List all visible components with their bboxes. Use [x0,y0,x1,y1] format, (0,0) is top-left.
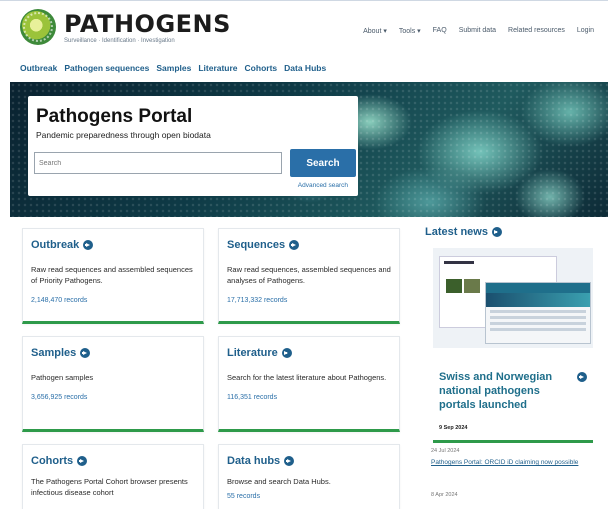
site-header: PATHOGENS Surveillance · Identification … [0,0,608,88]
card-description: Raw read sequences and assembled sequenc… [31,265,193,285]
nav-faq[interactable]: FAQ [433,27,447,35]
card-title[interactable]: Samples [31,347,76,359]
card-data-hubs[interactable]: Data hubs Browse and search Data Hubs. 5… [218,444,400,509]
card-record-count[interactable]: 2,148,470 records [31,297,195,304]
card-outbreak[interactable]: Outbreak Raw read sequences and assemble… [22,228,204,324]
featured-news-date: 9 Sep 2024 [439,425,468,431]
card-title[interactable]: Cohorts [31,455,73,467]
portal-subtitle: Pandemic preparedness through open bioda… [36,130,211,140]
nav-login[interactable]: Login [577,27,594,35]
subnav-literature[interactable]: Literature [198,63,237,73]
card-description: Pathogen samples [31,373,94,382]
search-input[interactable] [34,152,282,174]
news-section-title[interactable]: Latest news [425,226,488,238]
card-title[interactable]: Outbreak [31,239,79,251]
card-cohorts[interactable]: Cohorts The Pathogens Portal Cohort brow… [22,444,204,509]
card-sequences[interactable]: Sequences Raw read sequences, assembled … [218,228,400,324]
latest-news-section: Latest news Swiss and Norwegian national… [425,226,600,506]
pathogens-logo-icon [20,9,56,45]
section-navigation: Outbreak Pathogen sequences Samples Lite… [20,63,326,73]
card-record-count[interactable]: 17,713,332 records [227,297,391,304]
card-title[interactable]: Literature [227,347,278,359]
news-item-date: 8 Apr 2024 [431,492,458,498]
site-logo[interactable]: PATHOGENS Surveillance · Identification … [20,9,231,45]
card-description: Raw read sequences, assembled sequences … [227,265,391,285]
subnav-samples[interactable]: Samples [156,63,191,73]
card-title[interactable]: Data hubs [227,455,280,467]
featured-news-image[interactable] [433,248,593,348]
card-description: Search for the latest literature about P… [227,373,387,382]
news-item-link[interactable]: Pathogens Portal: ORCID iD claiming now … [431,458,591,467]
arrow-right-icon[interactable] [281,348,292,358]
top-navigation: About ▾ Tools ▾ FAQ Submit data Related … [363,27,594,35]
subnav-data-hubs[interactable]: Data Hubs [284,63,326,73]
arrow-right-icon[interactable] [80,348,91,358]
advanced-search-link[interactable]: Advanced search [298,182,348,189]
arrow-right-icon[interactable] [83,240,94,250]
news-item-date: 24 Jul 2024 [431,448,460,454]
card-record-count[interactable]: 3,656,925 records [31,394,195,401]
nav-submit-data[interactable]: Submit data [459,27,496,35]
nav-related-resources[interactable]: Related resources [508,27,565,35]
featured-news-card[interactable]: Swiss and Norwegian national pathogens p… [433,248,593,443]
portal-title: Pathogens Portal [36,106,193,127]
nav-about[interactable]: About ▾ [363,27,387,35]
logo-title: PATHOGENS [64,9,231,38]
subnav-cohorts[interactable]: Cohorts [245,63,278,73]
card-title[interactable]: Sequences [227,239,285,251]
featured-news-headline[interactable]: Swiss and Norwegian national pathogens p… [439,370,567,412]
arrow-right-icon[interactable] [491,227,502,237]
arrow-right-icon[interactable] [289,240,300,250]
card-description: The Pathogens Portal Cohort browser pres… [31,477,188,497]
search-button[interactable]: Search [290,149,356,177]
arrow-right-icon[interactable] [284,456,295,466]
card-literature[interactable]: Literature Search for the latest literat… [218,336,400,432]
card-samples[interactable]: Samples Pathogen samples 3,656,925 recor… [22,336,204,432]
card-record-count[interactable]: 55 records [227,493,391,500]
logo-subtitle: Surveillance · Identification · Investig… [64,37,175,44]
subnav-pathogen-sequences[interactable]: Pathogen sequences [64,63,149,73]
arrow-right-icon[interactable] [77,456,88,466]
arrow-right-icon[interactable] [577,372,587,382]
card-record-count[interactable]: 116,351 records [227,394,391,401]
search-panel: Pathogens Portal Pandemic preparedness t… [28,96,358,196]
card-description: Browse and search Data Hubs. [227,477,331,486]
nav-tools[interactable]: Tools ▾ [399,27,421,35]
subnav-outbreak[interactable]: Outbreak [20,63,57,73]
